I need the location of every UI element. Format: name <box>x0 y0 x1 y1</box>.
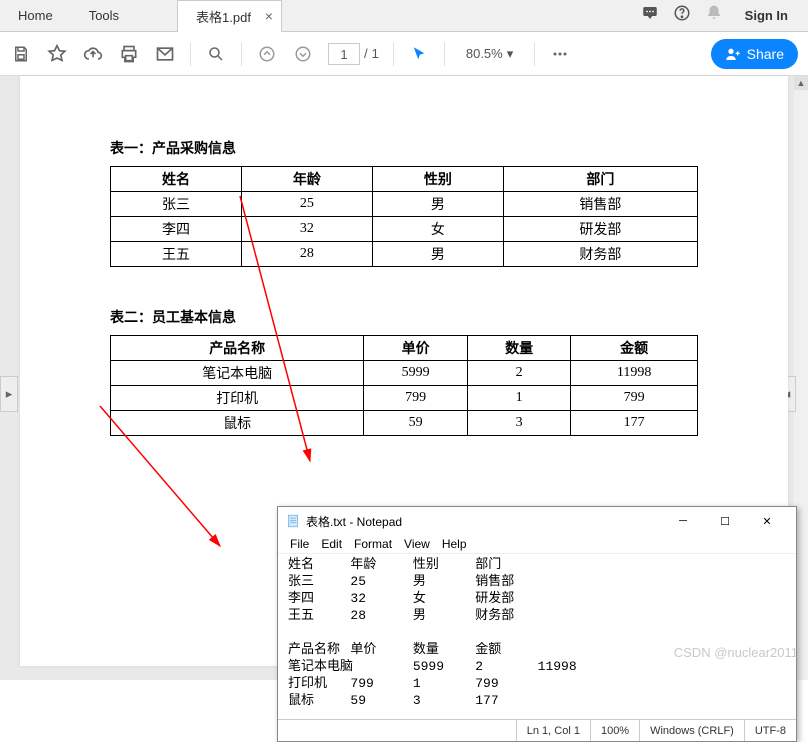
mail-icon[interactable] <box>154 43 176 65</box>
status-position: Ln 1, Col 1 <box>516 720 590 741</box>
bell-icon[interactable] <box>705 4 723 27</box>
search-icon[interactable] <box>205 43 227 65</box>
status-eol: Windows (CRLF) <box>639 720 744 741</box>
notepad-titlebar[interactable]: 表格.txt - Notepad ─ ☐ ✕ <box>278 507 796 535</box>
menu-edit[interactable]: Edit <box>321 537 342 551</box>
notepad-window: 表格.txt - Notepad ─ ☐ ✕ File Edit Format … <box>277 506 797 742</box>
table-row: 李四32女研发部 <box>111 217 698 242</box>
table-row: 张三25男销售部 <box>111 192 698 217</box>
star-icon[interactable] <box>46 43 68 65</box>
table-header-row: 产品名称 单价 数量 金额 <box>111 336 698 361</box>
page-down-icon[interactable] <box>292 43 314 65</box>
table-row: 王五28男财务部 <box>111 242 698 267</box>
panel-expand-left-icon[interactable]: ▸ <box>0 376 18 412</box>
table1-h1: 年龄 <box>241 167 372 192</box>
page-indicator: 1 / 1 <box>328 43 379 65</box>
table1-h3: 部门 <box>503 167 697 192</box>
scroll-up-icon[interactable]: ▲ <box>794 76 808 90</box>
tab-document-label: 表格1.pdf <box>196 7 251 26</box>
close-tab-icon[interactable]: × <box>265 8 273 24</box>
pointer-icon[interactable] <box>408 43 430 65</box>
document-area: ▲ ▸ ◂ 表一：产品采购信息 姓名 年龄 性别 部门 张三25男销售部 李四3… <box>0 76 808 680</box>
page-total: 1 <box>372 46 379 61</box>
table-row: 鼠标593177 <box>111 411 698 436</box>
sign-in-link[interactable]: Sign In <box>737 8 796 23</box>
table1-title: 表一：产品采购信息 <box>110 138 698 158</box>
tabs-bar: Home Tools 表格1.pdf × Sign In <box>0 0 808 32</box>
print-icon[interactable] <box>118 43 140 65</box>
menu-help[interactable]: Help <box>442 537 467 551</box>
table1: 姓名 年龄 性别 部门 张三25男销售部 李四32女研发部 王五28男财务部 <box>110 166 698 267</box>
page-up-icon[interactable] <box>256 43 278 65</box>
table2-title: 表二：员工基本信息 <box>110 307 698 327</box>
table-row: 打印机7991799 <box>111 386 698 411</box>
page-sep: / <box>364 46 368 61</box>
notepad-app-icon <box>286 514 300 528</box>
status-zoom: 100% <box>590 720 639 741</box>
tab-document[interactable]: 表格1.pdf × <box>177 0 282 32</box>
page-current-input[interactable]: 1 <box>328 43 360 65</box>
tab-tools[interactable]: Tools <box>71 0 137 32</box>
chevron-down-icon: ▾ <box>507 46 514 62</box>
menu-file[interactable]: File <box>290 537 309 551</box>
tab-home[interactable]: Home <box>0 0 71 32</box>
table2: 产品名称 单价 数量 金额 笔记本电脑5999211998 打印机7991799… <box>110 335 698 436</box>
share-button[interactable]: Share <box>711 39 798 69</box>
share-label: Share <box>747 46 784 62</box>
maximize-button[interactable]: ☐ <box>704 508 746 534</box>
notepad-menu: File Edit Format View Help <box>278 535 796 554</box>
toolbar: 1 / 1 80.5% ▾ Share <box>0 32 808 76</box>
zoom-dropdown[interactable]: 80.5% ▾ <box>459 43 520 65</box>
table-row: 笔记本电脑5999211998 <box>111 361 698 386</box>
status-encoding: UTF-8 <box>744 720 796 741</box>
watermark: CSDN @nuclear2011 <box>674 645 798 660</box>
help-icon[interactable] <box>673 4 691 27</box>
save-icon[interactable] <box>10 43 32 65</box>
table-header-row: 姓名 年龄 性别 部门 <box>111 167 698 192</box>
close-button[interactable]: ✕ <box>746 508 788 534</box>
cloud-upload-icon[interactable] <box>82 43 104 65</box>
notepad-title-text: 表格.txt - Notepad <box>306 513 402 530</box>
notepad-statusbar: Ln 1, Col 1 100% Windows (CRLF) UTF-8 <box>278 719 796 741</box>
minimize-button[interactable]: ─ <box>662 508 704 534</box>
header-right: Sign In <box>629 4 808 27</box>
table1-h0: 姓名 <box>111 167 242 192</box>
table1-h2: 性别 <box>372 167 503 192</box>
menu-view[interactable]: View <box>404 537 430 551</box>
share-person-icon <box>725 46 741 62</box>
more-icon[interactable] <box>549 43 571 65</box>
menu-format[interactable]: Format <box>354 537 392 551</box>
zoom-value: 80.5% <box>466 46 503 61</box>
notepad-textarea[interactable]: 姓名 年龄 性别 部门 张三 25 男 销售部 李四 32 女 研发部 王五 2… <box>278 554 796 719</box>
chat-icon[interactable] <box>641 4 659 27</box>
